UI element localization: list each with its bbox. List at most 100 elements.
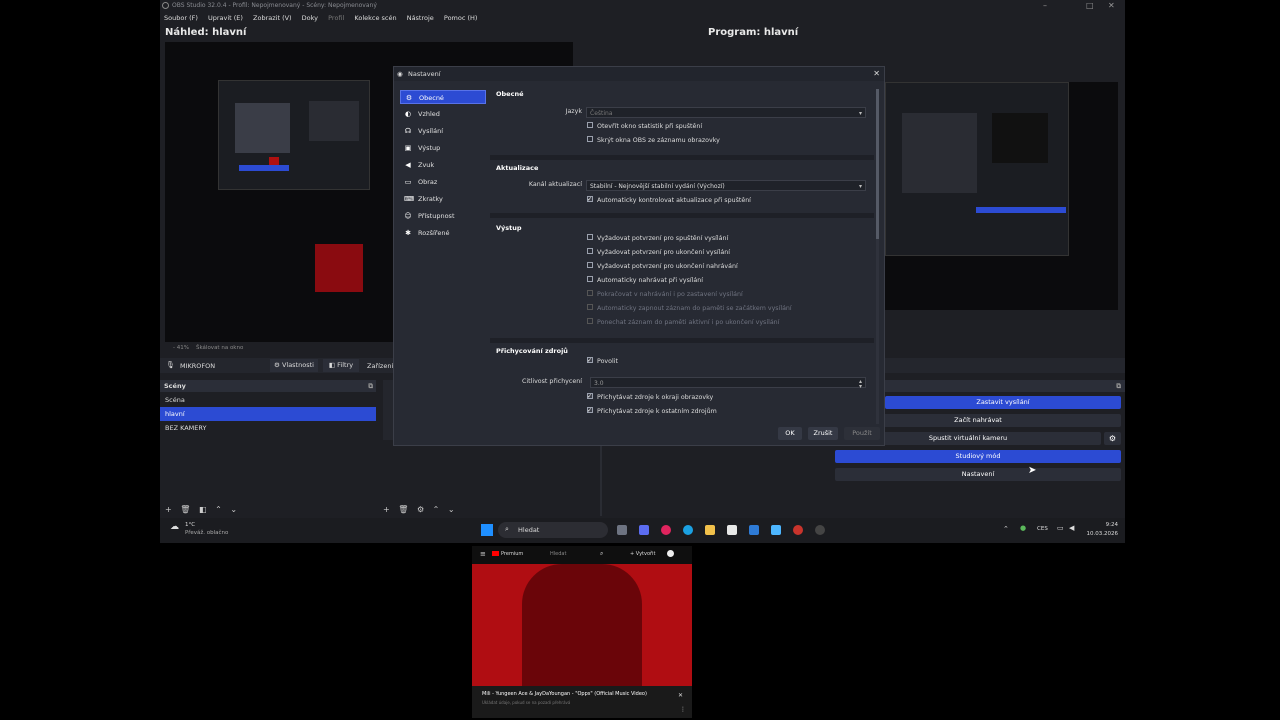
video-player[interactable] — [472, 564, 692, 686]
dialog-close-icon[interactable]: ✕ — [873, 67, 880, 81]
weather-desc[interactable]: Převáž. oblačno — [185, 530, 228, 536]
checkbox[interactable] — [587, 248, 593, 254]
scale-mode[interactable]: Škálovat na okno — [196, 345, 243, 351]
checkbox-checked[interactable] — [587, 194, 593, 206]
update-channel-select[interactable]: Stabilní - Nejnovější stabilní vydání (V… — [586, 180, 866, 191]
photos-icon[interactable] — [749, 525, 759, 535]
nav-audio[interactable]: ◀ Zvuk — [400, 158, 486, 172]
menu-help[interactable]: Pomoc (H) — [444, 14, 478, 22]
media-app-icon[interactable] — [661, 525, 671, 535]
check-hide-from-capture[interactable]: Skrýt okna OBS ze záznamu obrazovky — [587, 135, 720, 147]
remove-scene-icon[interactable]: 🗑 — [180, 505, 190, 514]
add-scene-icon[interactable]: + — [165, 505, 172, 514]
menu-edit[interactable]: Upravit (E) — [208, 14, 243, 22]
copilot-icon[interactable] — [639, 525, 649, 535]
nav-output[interactable]: ▣ Výstup — [400, 141, 486, 155]
store-icon[interactable] — [727, 525, 737, 535]
move-up-icon[interactable]: ⌃ — [215, 505, 222, 514]
check-auto-record[interactable]: Automaticky nahrávat při vysílání — [587, 275, 703, 287]
clock-date[interactable]: 10.03.2026 — [1080, 531, 1119, 537]
taskbar-search[interactable]: ⌕ Hledat — [498, 522, 608, 538]
nav-general[interactable]: ⚙ Obecné — [400, 90, 486, 104]
remove-source-icon[interactable]: 🗑 — [398, 505, 408, 514]
language-indicator[interactable]: CES — [1037, 526, 1048, 532]
nav-stream[interactable]: ☊ Vysílání — [400, 124, 486, 138]
scene-item[interactable]: BEZ KAMERY — [160, 421, 376, 435]
scene-item-selected[interactable]: hlavní — [160, 407, 376, 421]
mic-tray-icon[interactable]: ● — [1020, 524, 1026, 532]
snap-sensitivity-spinbox[interactable]: 3.0 ▴ ▾ — [590, 377, 866, 390]
device-button[interactable]: Zařízení — [367, 362, 393, 370]
nav-accessibility[interactable]: ☺ Přístupnost — [400, 209, 486, 223]
volume-icon[interactable]: ◀ — [1069, 524, 1074, 532]
checkbox[interactable] — [587, 262, 593, 268]
checkbox[interactable] — [587, 234, 593, 240]
check-enable-snapping[interactable]: Povolit — [587, 355, 618, 368]
chrome-icon[interactable] — [793, 525, 803, 535]
task-view-icon[interactable] — [617, 525, 627, 535]
check-confirm-stop-stream[interactable]: Vyžadovat potvrzení pro ukončení vysílán… — [587, 247, 730, 259]
source-up-icon[interactable]: ⌃ — [433, 505, 440, 514]
menu-icon[interactable]: ≡ — [480, 550, 486, 558]
obs-taskbar-icon[interactable] — [815, 525, 825, 535]
more-icon[interactable]: ⋮ — [680, 706, 686, 713]
cancel-button[interactable]: Zrušit — [808, 427, 838, 440]
close-icon[interactable]: ✕ — [678, 692, 683, 699]
scene-item[interactable]: Scéna — [160, 393, 376, 407]
app-icon[interactable] — [771, 525, 781, 535]
checkbox[interactable] — [587, 276, 593, 282]
video-title[interactable]: Mili - Yungeen Ace & JayDaYoungan - "Opp… — [482, 691, 672, 697]
controls-dock-float-icon[interactable]: ⧉ — [1116, 380, 1121, 392]
checkbox-checked[interactable] — [587, 405, 593, 417]
dock-float-icon[interactable]: ⧉ — [368, 380, 373, 392]
nav-hotkeys[interactable]: ⌨ Zkratky — [400, 192, 486, 206]
checkbox-checked[interactable] — [587, 355, 593, 367]
apply-button[interactable]: Použít — [844, 427, 880, 440]
check-confirm-stop-record[interactable]: Vyžadovat potvrzení pro ukončení nahrává… — [587, 261, 738, 273]
edge-icon[interactable] — [683, 525, 693, 535]
menu-view[interactable]: Zobrazit (V) — [253, 14, 292, 22]
filters-button[interactable]: ◧ Filtry — [323, 359, 359, 372]
start-windows-icon[interactable] — [481, 524, 493, 536]
network-icon[interactable]: ▭ — [1057, 524, 1064, 532]
nav-advanced[interactable]: ✱ Rozšířené — [400, 226, 486, 240]
nav-appearance[interactable]: ◐ Vzhled — [400, 107, 486, 121]
checkbox-checked[interactable] — [587, 391, 593, 403]
checkbox[interactable] — [587, 122, 593, 128]
create-button[interactable]: + Vytvořit — [630, 551, 655, 557]
file-explorer-icon[interactable] — [705, 525, 715, 535]
check-snap-other-sources[interactable]: Přichytávat zdroje k ostatním zdrojům — [587, 405, 717, 418]
language-select[interactable]: Čeština ▾ — [586, 107, 866, 118]
properties-button[interactable]: ⚙ Vlastnosti — [270, 359, 318, 372]
scrollbar-thumb[interactable] — [876, 89, 879, 239]
settings-button[interactable]: Nastavení — [835, 468, 1121, 481]
menu-profile[interactable]: Profil — [328, 14, 344, 22]
menu-docks[interactable]: Doky — [302, 14, 318, 22]
source-down-icon[interactable]: ⌄ — [448, 505, 455, 514]
check-stats-on-start[interactable]: Otevřít okno statistik při spuštění — [587, 121, 702, 133]
menu-file[interactable]: Soubor (F) — [164, 14, 198, 22]
spin-arrows-icon[interactable]: ▴ ▾ — [859, 379, 862, 390]
maximize-button[interactable]: □ — [1086, 0, 1094, 12]
search-icon[interactable]: ⌕ — [600, 550, 603, 558]
checkbox[interactable] — [587, 136, 593, 142]
move-down-icon[interactable]: ⌄ — [230, 505, 237, 514]
settings-scrollbar[interactable] — [876, 89, 879, 424]
add-source-icon[interactable]: + — [383, 505, 390, 514]
tray-chevron-icon[interactable]: ⌃ — [1003, 525, 1009, 533]
check-auto-update[interactable]: Automaticky kontrolovat aktualizace při … — [587, 194, 751, 207]
minimize-button[interactable]: – — [1043, 0, 1047, 12]
close-window-button[interactable]: ✕ — [1108, 0, 1115, 12]
stop-stream-button[interactable]: Zastavit vysílání — [885, 396, 1121, 409]
source-settings-icon[interactable]: ⚙ — [417, 505, 424, 514]
virtual-camera-settings-icon[interactable]: ⚙ — [1104, 432, 1121, 445]
check-snap-screen-edge[interactable]: Přichytávat zdroje k okraji obrazovky — [587, 391, 713, 404]
check-confirm-start-stream[interactable]: Vyžadovat potvrzení pro spuštění vysílán… — [587, 233, 728, 245]
popup-search[interactable]: Hledat — [550, 551, 566, 557]
avatar[interactable] — [667, 550, 674, 557]
menu-tools[interactable]: Nástroje — [407, 14, 434, 22]
menu-scene-collection[interactable]: Kolekce scén — [354, 14, 396, 22]
weather-temp[interactable]: 1°C — [185, 522, 195, 528]
ok-button[interactable]: OK — [778, 427, 802, 440]
clock-time[interactable]: 9:24 — [1088, 522, 1118, 528]
